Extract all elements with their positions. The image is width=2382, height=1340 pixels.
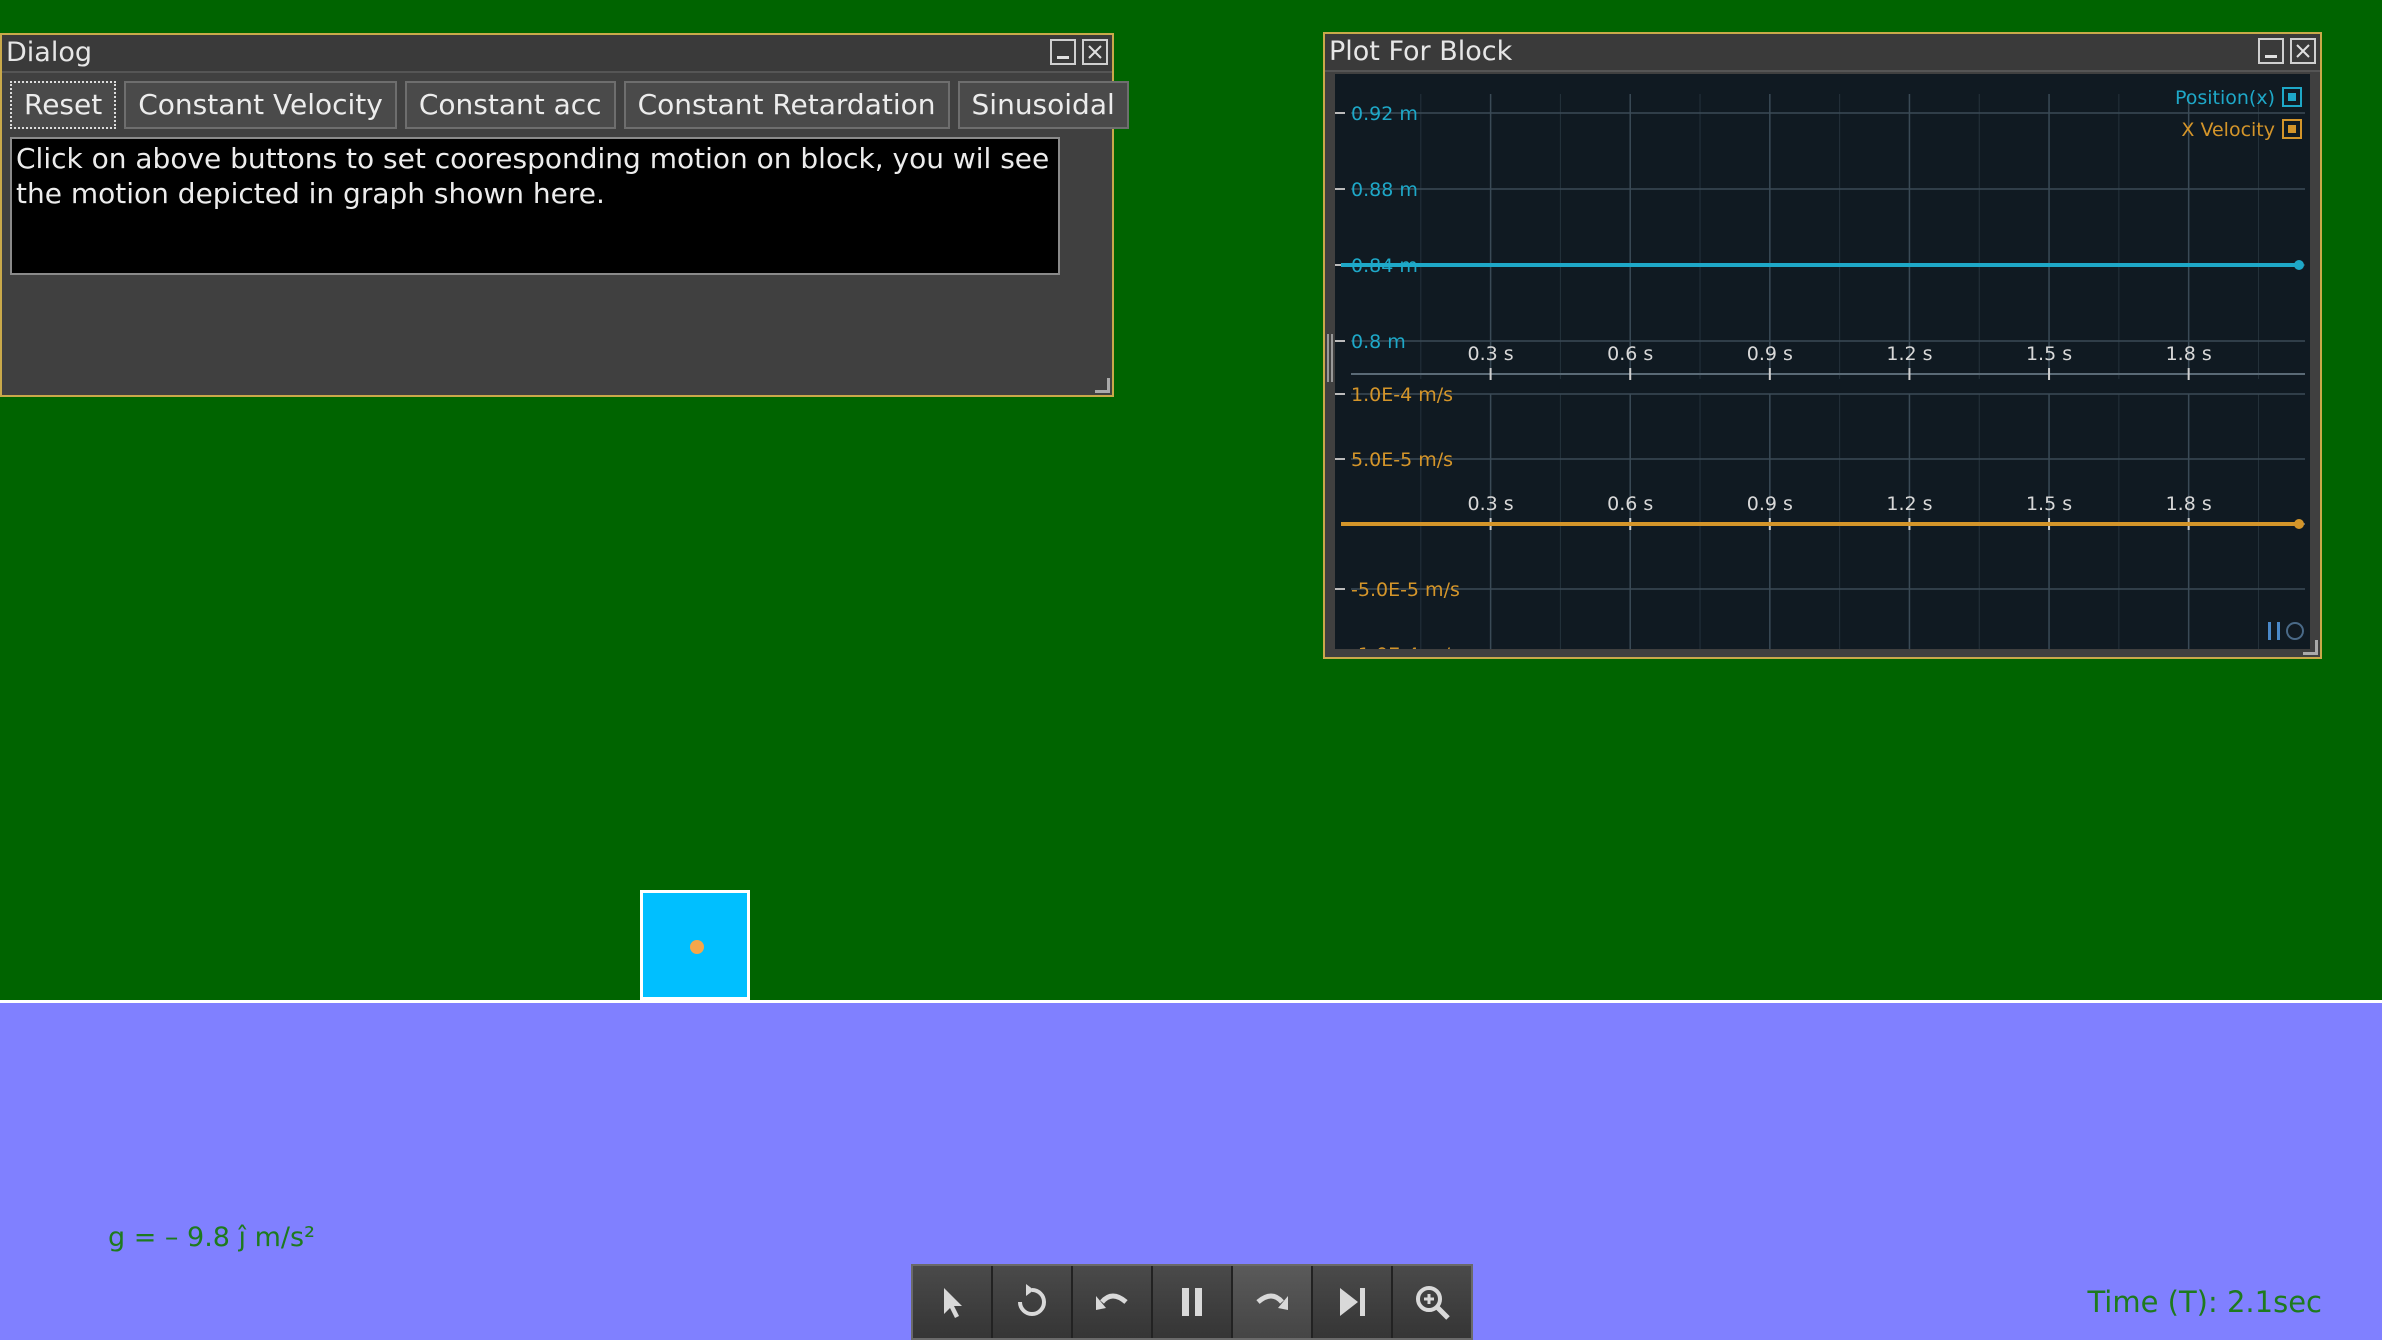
minimize-icon xyxy=(1057,56,1069,59)
legend-swatch-fill xyxy=(2288,93,2296,101)
plot-window: Plot For Block 0.92 m 0.88 m 0.84 m 0.8 m 0.… xyxy=(1323,32,2322,659)
x-tick-label: 1.8 s xyxy=(2166,493,2212,515)
minimize-icon xyxy=(2265,55,2277,58)
x-tick-label: 0.3 s xyxy=(1468,493,1514,515)
dialog-title: Dialog xyxy=(6,37,92,68)
x-tick-label: 0.9 s xyxy=(1747,493,1793,515)
x-tick-label: 1.2 s xyxy=(1886,343,1932,365)
pause-icon xyxy=(1182,1288,1202,1316)
legend-swatch-fill xyxy=(2288,125,2296,133)
legend-label: Position(x) xyxy=(2175,87,2275,109)
motion-button-row: Reset Constant Velocity Constant acc Con… xyxy=(2,73,1129,129)
series-endpoint xyxy=(2294,260,2304,270)
reset-icon xyxy=(1018,1284,1046,1316)
reset-button[interactable] xyxy=(993,1266,1073,1338)
constant-velocity-button[interactable]: Constant Velocity xyxy=(124,81,397,129)
dialog-window: Dialog Reset Constant Velocity Constant … xyxy=(0,33,1129,397)
dialog-minimize-button[interactable] xyxy=(1050,39,1076,65)
x-tick-label: 0.9 s xyxy=(1747,343,1793,365)
time-readout: Time (T): 2.1sec xyxy=(2087,1285,2322,1319)
plot-drag-handle[interactable] xyxy=(1327,334,1333,382)
legend-label: X Velocity xyxy=(2181,119,2275,141)
block[interactable] xyxy=(640,890,750,1000)
x-tick-label: 1.5 s xyxy=(2026,343,2072,365)
pause-button[interactable] xyxy=(1153,1266,1233,1338)
x-tick-label: 0.6 s xyxy=(1607,493,1653,515)
redo-button[interactable] xyxy=(1233,1266,1313,1338)
x-tick-label: 0.3 s xyxy=(1468,343,1514,365)
gravity-label: g = – 9.8 ĵ m/s² xyxy=(108,1222,315,1253)
plot-resize-handle[interactable] xyxy=(2303,640,2318,655)
y-tick-label: 1.0E-4 m/s xyxy=(1351,384,1453,406)
plot-title-bar[interactable]: Plot For Block xyxy=(1325,34,2320,72)
zoom-button[interactable] xyxy=(1393,1266,1471,1338)
y-tick-label: 0.92 m xyxy=(1351,103,1418,125)
redo-icon xyxy=(1256,1293,1288,1310)
constant-acc-button[interactable]: Constant acc xyxy=(404,81,616,129)
plot-pause-icon xyxy=(2268,622,2271,640)
dialog-message-area: Click on above buttons to set coorespond… xyxy=(10,137,1060,275)
x-tick-label: 0.6 s xyxy=(1607,343,1653,365)
zoom-icon xyxy=(1416,1286,1450,1320)
sinusoidal-button[interactable]: Sinusoidal xyxy=(957,81,1129,129)
y-tick-label: 0.8 m xyxy=(1351,331,1406,353)
x-tick-label: 1.5 s xyxy=(2026,493,2072,515)
step-forward-icon xyxy=(1340,1288,1365,1316)
block-center-marker xyxy=(690,940,704,954)
reset-motion-button[interactable]: Reset xyxy=(10,81,117,129)
close-icon xyxy=(1088,45,1102,59)
constant-retardation-button[interactable]: Constant Retardation xyxy=(623,81,950,129)
step-forward-button[interactable] xyxy=(1313,1266,1393,1338)
plot-area: 0.92 m 0.88 m 0.84 m 0.8 m 0.3 s 0.6 s 0.9 s 1.… xyxy=(1335,74,2310,649)
y-tick-label: -1.0E-4 m/s xyxy=(1351,644,1460,649)
plot-minimize-button[interactable] xyxy=(2258,38,2284,64)
dialog-close-button[interactable] xyxy=(1082,39,1108,65)
undo-icon xyxy=(1096,1293,1128,1310)
x-tick-label: 1.2 s xyxy=(1886,493,1932,515)
close-icon xyxy=(2296,44,2310,58)
y-tick-label: 5.0E-5 m/s xyxy=(1351,449,1453,471)
pointer-icon xyxy=(944,1288,962,1318)
series-endpoint xyxy=(2294,519,2304,529)
y-tick-label: -5.0E-5 m/s xyxy=(1351,579,1460,601)
plot-chart: 0.92 m0.88 m0.84 m0.8 m0.3 s 0.6 s 0.9 s 1.… xyxy=(1335,74,2310,649)
simulation-toolbar xyxy=(911,1264,1473,1340)
dialog-title-bar[interactable]: Dialog xyxy=(2,35,1112,73)
plot-pause-icon xyxy=(2277,622,2280,640)
plot-title: Plot For Block xyxy=(1329,36,1513,67)
plot-close-button[interactable] xyxy=(2290,38,2316,64)
x-tick-label: 1.8 s xyxy=(2166,343,2212,365)
y-tick-label: 0.88 m xyxy=(1351,179,1418,201)
dialog-resize-handle[interactable] xyxy=(1095,378,1110,393)
select-tool-button[interactable] xyxy=(913,1266,993,1338)
undo-button[interactable] xyxy=(1073,1266,1153,1338)
